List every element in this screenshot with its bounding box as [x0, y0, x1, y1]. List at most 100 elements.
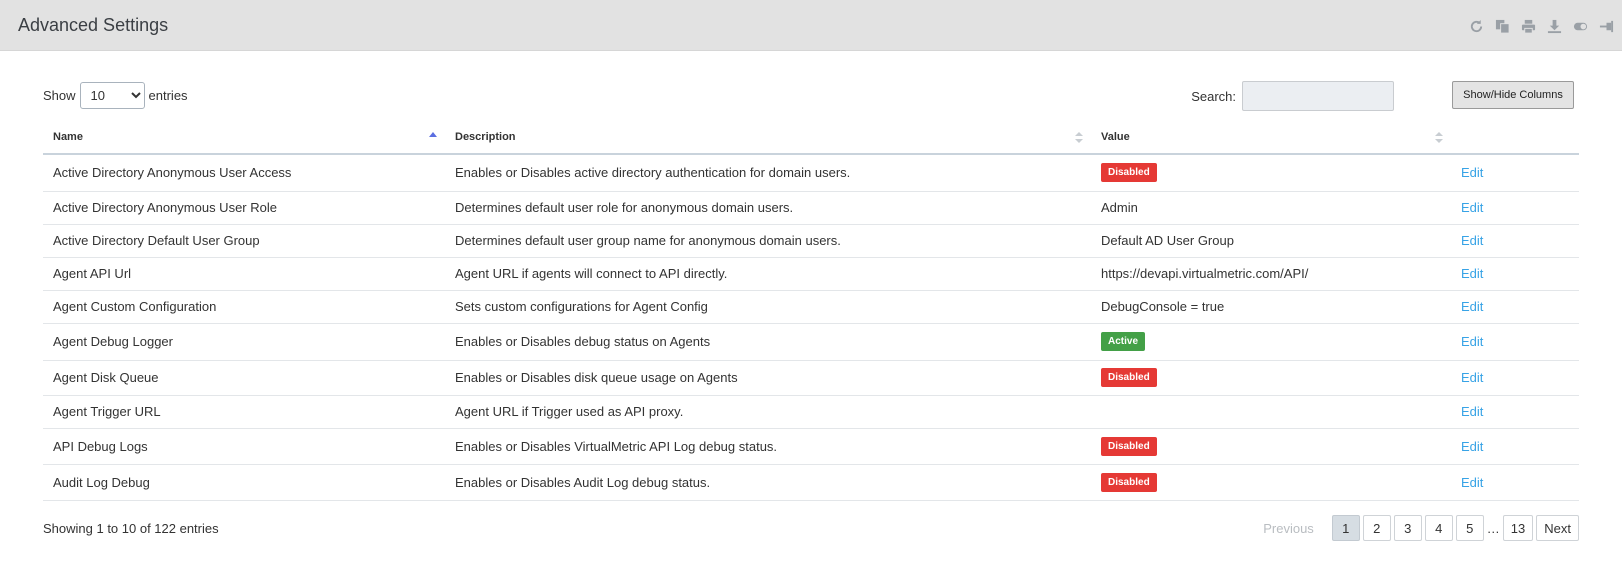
pagination-page-5[interactable]: 5	[1455, 515, 1484, 541]
show-hide-columns-button[interactable]: Show/Hide Columns	[1452, 81, 1574, 109]
setting-value-cell: Disabled	[1091, 154, 1451, 192]
status-badge: Active	[1101, 332, 1146, 351]
setting-name: API Debug Logs	[43, 428, 445, 465]
edit-link[interactable]: Edit	[1461, 370, 1483, 385]
edit-link[interactable]: Edit	[1461, 266, 1483, 281]
action-cell: Edit	[1451, 395, 1579, 429]
setting-description: Sets custom configurations for Agent Con…	[445, 290, 1091, 324]
edit-link[interactable]: Edit	[1461, 439, 1483, 454]
page-title: Advanced Settings	[18, 15, 169, 35]
setting-name: Audit Log Debug	[43, 464, 445, 501]
setting-value-cell: Disabled	[1091, 428, 1451, 465]
edit-link[interactable]: Edit	[1461, 334, 1483, 349]
edit-link[interactable]: Edit	[1461, 165, 1483, 180]
edit-link[interactable]: Edit	[1461, 200, 1483, 215]
pagination-previous[interactable]: Previous	[1255, 515, 1322, 541]
sort-ascending-icon	[429, 131, 437, 144]
table-row: Active Directory Default User Group Deter…	[43, 224, 1579, 258]
setting-value: Admin	[1101, 200, 1138, 215]
pagination-next[interactable]: Next	[1536, 515, 1579, 541]
table-row: Agent Trigger URL Agent URL if Trigger us…	[43, 395, 1579, 429]
action-cell: Edit	[1451, 360, 1579, 396]
setting-name: Active Directory Anonymous User Access	[43, 154, 445, 192]
panel-header: Advanced Settings	[0, 0, 1622, 51]
print-icon[interactable]	[1521, 19, 1536, 34]
action-cell: Edit	[1451, 224, 1579, 258]
setting-value-cell: Admin	[1091, 191, 1451, 225]
action-cell: Edit	[1451, 323, 1579, 361]
setting-value-cell: DebugConsole = true	[1091, 290, 1451, 324]
setting-name: Agent API Url	[43, 257, 445, 291]
column-header-name[interactable]: Name	[43, 120, 445, 155]
entries-label: entries	[148, 87, 188, 103]
table-info: Showing 1 to 10 of 122 entries	[43, 521, 219, 536]
edit-link[interactable]: Edit	[1461, 299, 1483, 314]
action-cell: Edit	[1451, 154, 1579, 192]
table-row: Active Directory Anonymous User Role Dete…	[43, 191, 1579, 225]
setting-name: Active Directory Anonymous User Role	[43, 191, 445, 225]
setting-description: Agent URL if agents will connect to API …	[445, 257, 1091, 291]
column-header-description[interactable]: Description	[445, 120, 1091, 155]
setting-value-cell: Disabled	[1091, 464, 1451, 501]
setting-name: Agent Custom Configuration	[43, 290, 445, 324]
pin-icon[interactable]	[1599, 19, 1614, 34]
setting-name: Active Directory Default User Group	[43, 224, 445, 258]
action-cell: Edit	[1451, 428, 1579, 465]
table-row: Audit Log Debug Enables or Disables Audit…	[43, 464, 1579, 501]
column-header-value[interactable]: Value	[1091, 120, 1451, 155]
download-icon[interactable]	[1547, 19, 1562, 34]
settings-table: Name Description Value Active Directory …	[43, 120, 1579, 501]
action-cell: Edit	[1451, 191, 1579, 225]
edit-link[interactable]: Edit	[1461, 404, 1483, 419]
status-badge: Disabled	[1101, 163, 1157, 183]
setting-description: Enables or Disables active directory aut…	[445, 154, 1091, 192]
status-badge: Disabled	[1101, 368, 1157, 387]
column-header-actions	[1451, 120, 1579, 155]
copy-icon[interactable]	[1495, 19, 1510, 34]
setting-description: Enables or Disables disk queue usage on …	[445, 360, 1091, 396]
pagination-page-4[interactable]: 4	[1424, 515, 1453, 541]
table-row: Agent Debug Logger Enables or Disables de…	[43, 323, 1579, 361]
pagination-page-2[interactable]: 2	[1362, 515, 1391, 541]
edit-link[interactable]: Edit	[1461, 233, 1483, 248]
table-row: Active Directory Anonymous User Access En…	[43, 154, 1579, 192]
entries-per-page-select[interactable]: 10	[79, 81, 145, 109]
setting-description: Determines default user role for anonymo…	[445, 191, 1091, 225]
entries-length-control: Show 10 entries	[43, 81, 188, 109]
setting-description: Enables or Disables VirtualMetric API Lo…	[445, 428, 1091, 465]
search-label: Search:	[1191, 88, 1236, 104]
pagination-page-last[interactable]: 13	[1502, 515, 1534, 541]
table-header-row: Name Description Value	[43, 120, 1579, 155]
setting-description: Agent URL if Trigger used as API proxy.	[445, 395, 1091, 429]
pagination-ellipsis: …	[1486, 515, 1500, 541]
setting-description: Enables or Disables Audit Log debug stat…	[445, 464, 1091, 501]
setting-value: DebugConsole = true	[1101, 299, 1225, 314]
sort-both-icon	[1435, 131, 1443, 144]
edit-link[interactable]: Edit	[1461, 475, 1483, 490]
refresh-icon[interactable]	[1469, 19, 1484, 34]
setting-name: Agent Disk Queue	[43, 360, 445, 396]
toggle-icon[interactable]	[1573, 19, 1588, 34]
header-toolbar	[1469, 16, 1614, 36]
setting-value: Default AD User Group	[1101, 233, 1234, 248]
search-input[interactable]	[1242, 81, 1394, 111]
setting-value-cell: Active	[1091, 323, 1451, 361]
table-body: Active Directory Anonymous User Access En…	[43, 154, 1579, 501]
status-badge: Disabled	[1101, 472, 1157, 492]
action-cell: Edit	[1451, 464, 1579, 501]
show-label: Show	[43, 87, 76, 103]
table-row: API Debug Logs Enables or Disables Virtua…	[43, 428, 1579, 465]
search-control: Search:	[1191, 81, 1394, 111]
setting-value-cell: Disabled	[1091, 360, 1451, 396]
action-cell: Edit	[1451, 257, 1579, 291]
setting-description: Enables or Disables debug status on Agen…	[445, 323, 1091, 361]
pagination-page-1[interactable]: 1	[1331, 515, 1360, 541]
setting-description: Determines default user group name for a…	[445, 224, 1091, 258]
setting-value-cell: Default AD User Group	[1091, 224, 1451, 258]
pagination-page-3[interactable]: 3	[1393, 515, 1422, 541]
pagination: Previous 1 2 3 4 5 … 13 Next	[1255, 514, 1579, 542]
setting-value-cell: https://devapi.virtualmetric.com/API/	[1091, 257, 1451, 291]
status-badge: Disabled	[1101, 436, 1157, 456]
setting-value-cell	[1091, 395, 1451, 429]
sort-both-icon	[1075, 131, 1083, 144]
